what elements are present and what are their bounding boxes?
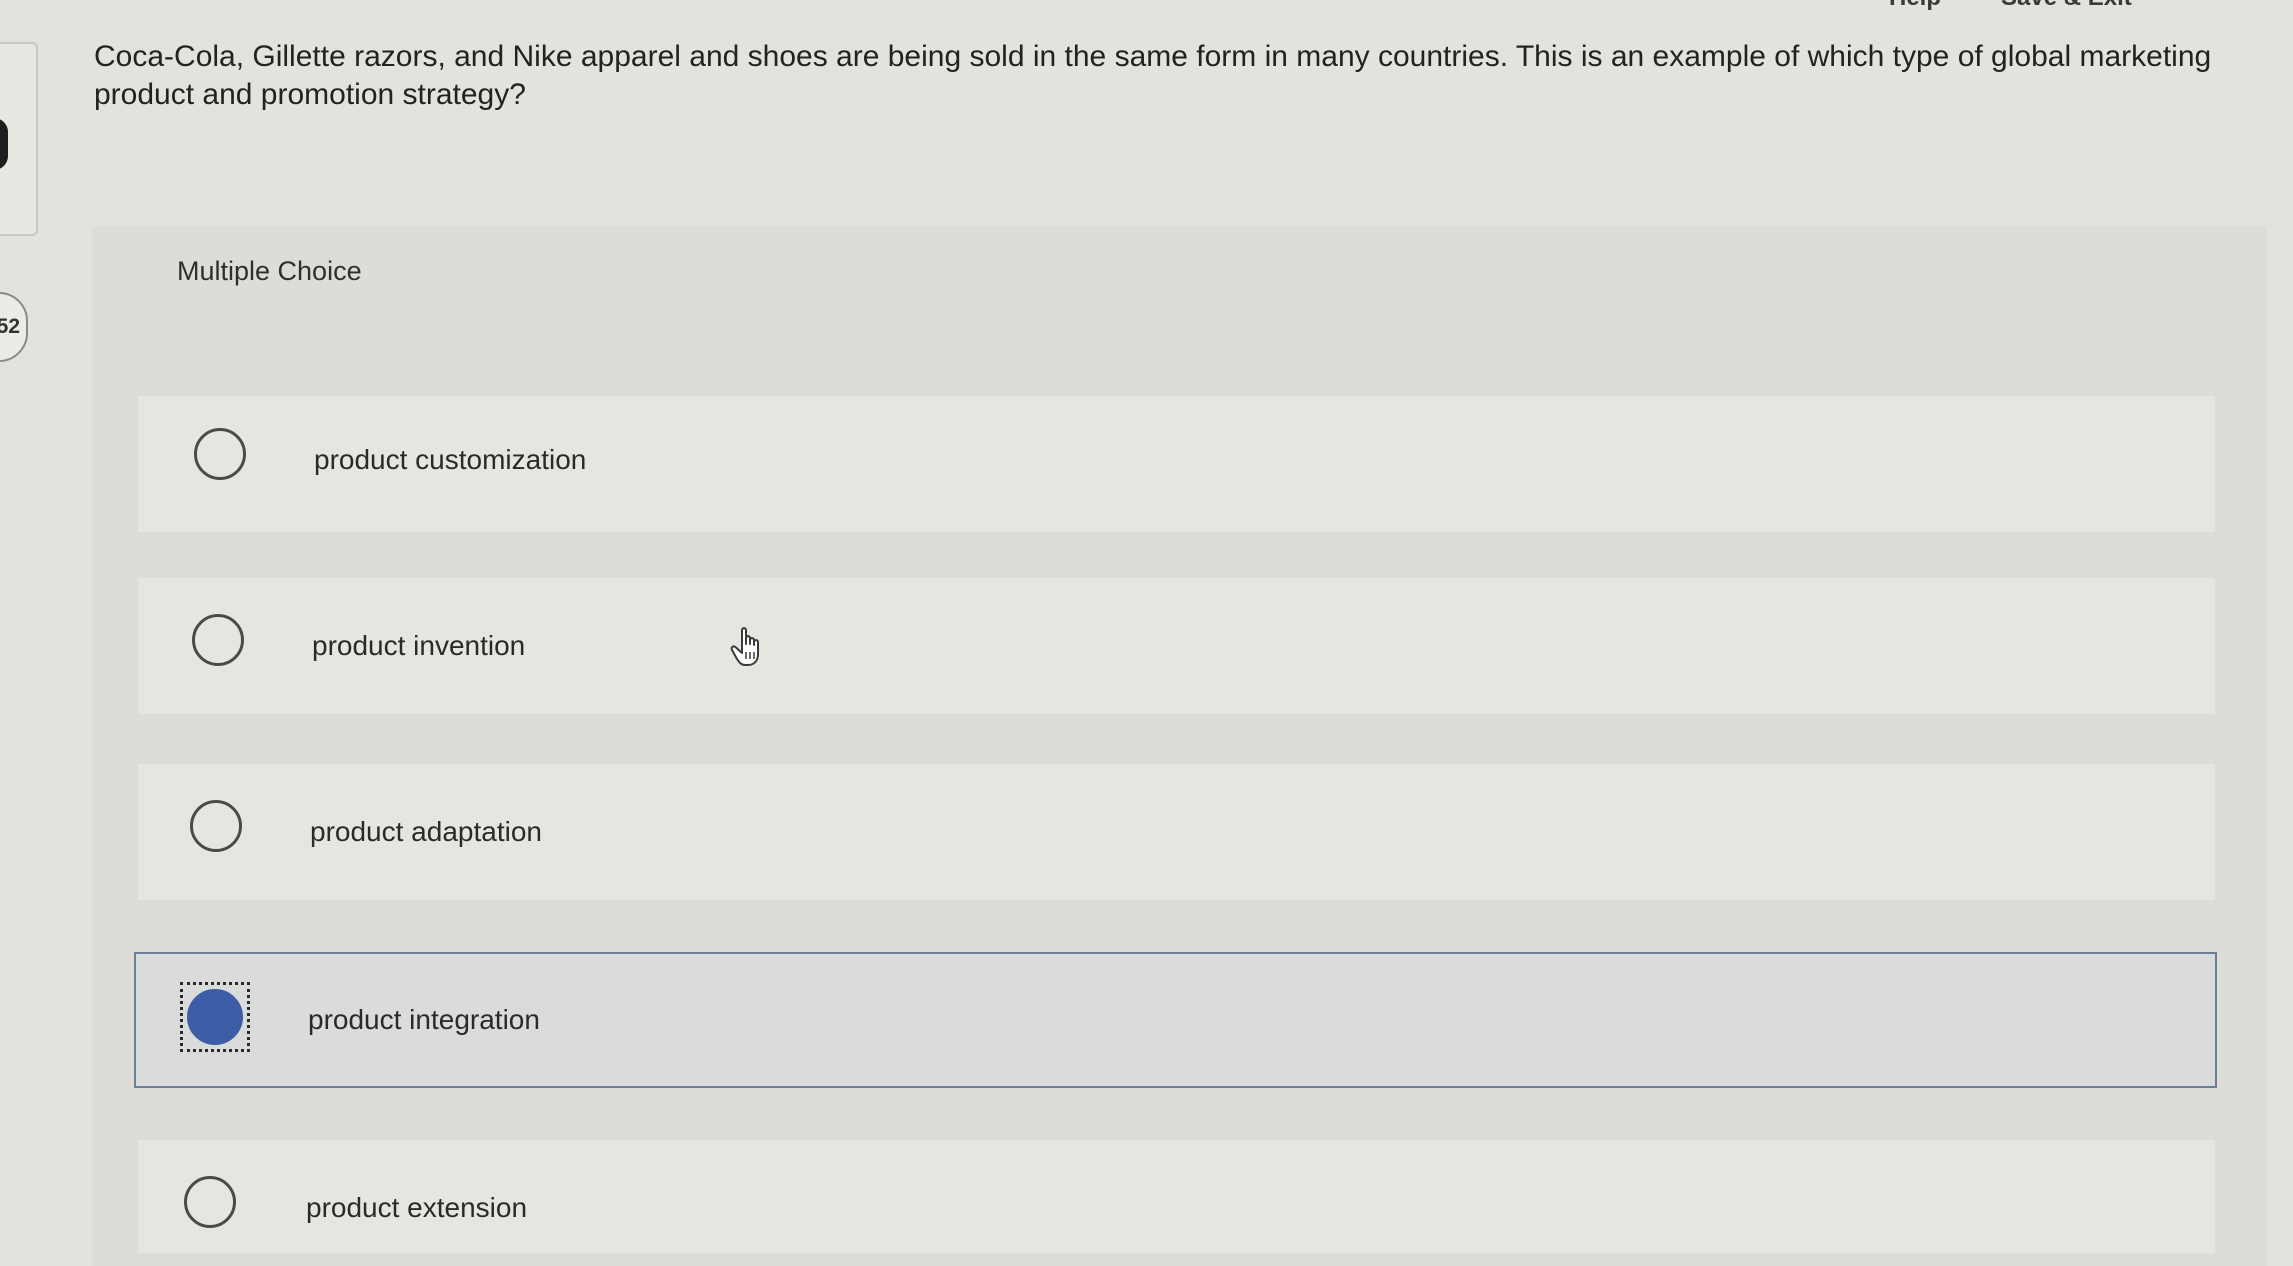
option-product-adaptation[interactable]: product adaptation [138, 764, 2215, 900]
option-label: product extension [306, 1192, 528, 1223]
question-text: Coca-Cola, Gillette razors, and Nike app… [94, 40, 2212, 111]
option-label: product adaptation [310, 816, 542, 847]
option-product-customization[interactable]: product customization [138, 396, 2215, 532]
top-toolbar: Help Save & Exit [1889, 0, 2293, 14]
radio-button-icon[interactable] [190, 800, 242, 852]
option-label: product invention [312, 630, 526, 661]
question-type-label: Multiple Choice [177, 256, 362, 286]
option-product-invention[interactable]: product invention [138, 578, 2215, 714]
radio-button-icon[interactable] [192, 614, 244, 666]
radio-button-icon[interactable] [184, 1176, 236, 1228]
option-label: product integration [308, 1004, 540, 1035]
radio-button-icon[interactable] [194, 428, 246, 480]
answer-panel [92, 226, 2267, 1266]
radio-button-selected-icon[interactable] [187, 989, 243, 1045]
help-link[interactable]: Help [1889, 0, 1941, 12]
option-label: product customization [314, 444, 587, 475]
hand-pointer-icon [730, 627, 759, 666]
option-product-integration[interactable]: product integration [134, 952, 2217, 1088]
save-exit-link[interactable]: Save & Exit [2001, 0, 2132, 12]
question-number-badge[interactable]: 52 [0, 292, 28, 362]
option-product-extension[interactable]: product extension [138, 1140, 2215, 1253]
